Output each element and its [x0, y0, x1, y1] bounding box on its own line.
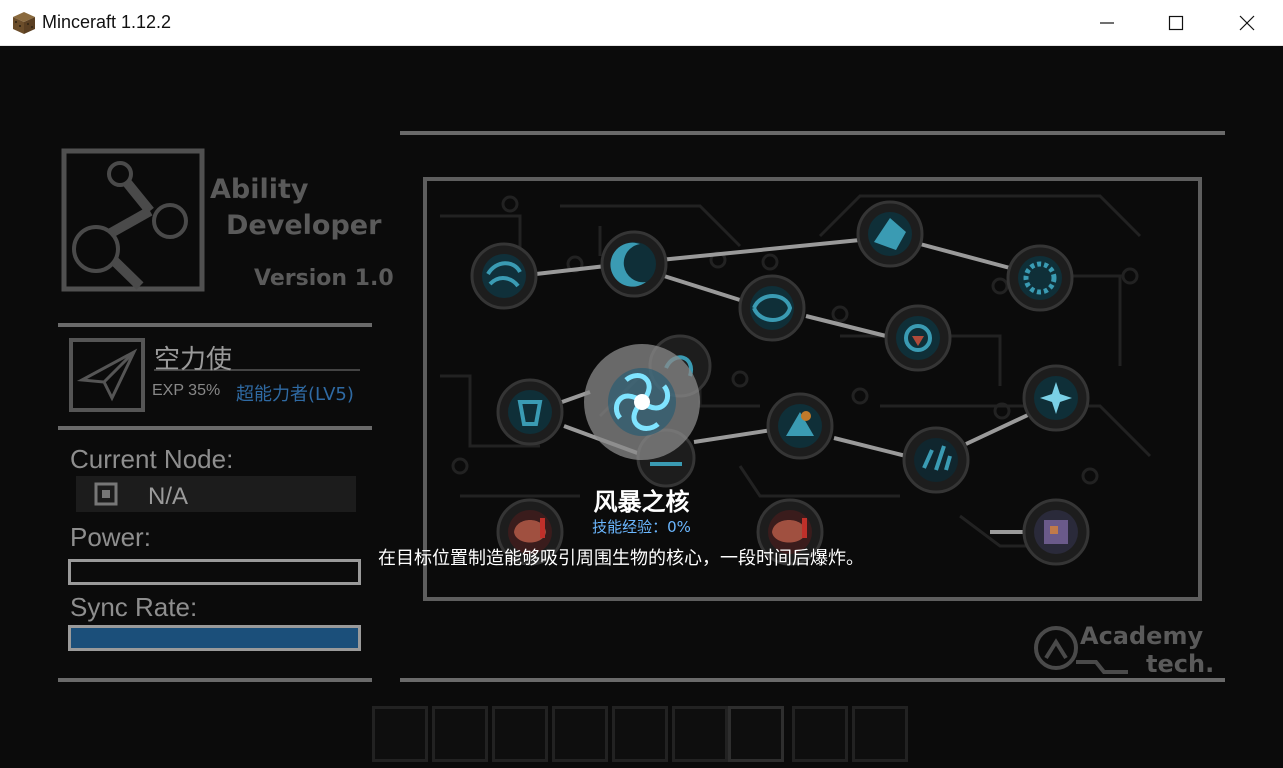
- selected-skill-node[interactable]: [584, 344, 700, 460]
- current-node-label: Current Node:: [70, 444, 234, 474]
- brand-line2: tech.: [1146, 650, 1215, 678]
- skill-node-8[interactable]: [496, 378, 564, 446]
- paper-plane-icon: [69, 338, 145, 412]
- hotbar-slot: [612, 706, 668, 762]
- skill-node-4[interactable]: [1006, 244, 1074, 312]
- category-name: 空力使: [154, 345, 233, 375]
- game-viewport: Ability Developer Version 1.0 空力使 EXP 35…: [0, 46, 1283, 768]
- skill-exp: 技能经验：0%: [592, 518, 691, 536]
- minimize-button[interactable]: [1084, 0, 1130, 46]
- logo-title-line1: Ability: [210, 174, 309, 205]
- minimize-icon: [1100, 22, 1114, 24]
- brand-line1: Academy: [1080, 622, 1204, 650]
- hotbar-slot: [432, 706, 488, 762]
- sync-rate-bar-fill: [71, 628, 358, 648]
- hotbar-slot: [372, 706, 428, 762]
- hotbar-slot: [672, 706, 728, 762]
- sync-rate-bar: [68, 625, 361, 651]
- power-bar: [68, 559, 361, 585]
- skill-node-9[interactable]: [766, 392, 834, 460]
- ability-developer-graphics: [58, 131, 1225, 682]
- maximize-button[interactable]: [1153, 0, 1199, 46]
- logo-version: Version 1.0: [254, 266, 394, 291]
- skill-node-6[interactable]: [884, 304, 952, 372]
- close-icon: [1239, 15, 1255, 31]
- ability-developer-logo: [61, 148, 205, 292]
- skill-node-5[interactable]: [738, 274, 806, 342]
- skill-name: 风暴之核: [593, 488, 690, 516]
- hotbar-slot: [552, 706, 608, 762]
- skill-node-1[interactable]: [470, 242, 538, 310]
- window-title: Minceraft 1.12.2: [42, 12, 172, 32]
- category-level[interactable]: 超能力者(LV5): [236, 380, 354, 406]
- category-exp: EXP 35%: [152, 382, 221, 399]
- close-button[interactable]: [1224, 0, 1270, 46]
- skill-node-2[interactable]: [600, 230, 668, 298]
- skill-node-11[interactable]: [1022, 364, 1090, 432]
- skill-description: 在目标位置制造能够吸引周围生物的核心，一段时间后爆炸。: [378, 548, 864, 569]
- hotbar-slot: [852, 706, 908, 762]
- skill-node-3[interactable]: [856, 200, 924, 268]
- sync-rate-label: Sync Rate:: [70, 592, 198, 622]
- window-titlebar: Minceraft 1.12.2: [0, 0, 1283, 46]
- hotbar-slot-selected: [728, 706, 784, 762]
- hotbar-slot: [492, 706, 548, 762]
- logo-title-line2: Developer: [226, 210, 382, 241]
- grass-block-icon: [13, 12, 35, 34]
- maximize-icon: [1168, 15, 1184, 31]
- hotbar-slot: [792, 706, 848, 762]
